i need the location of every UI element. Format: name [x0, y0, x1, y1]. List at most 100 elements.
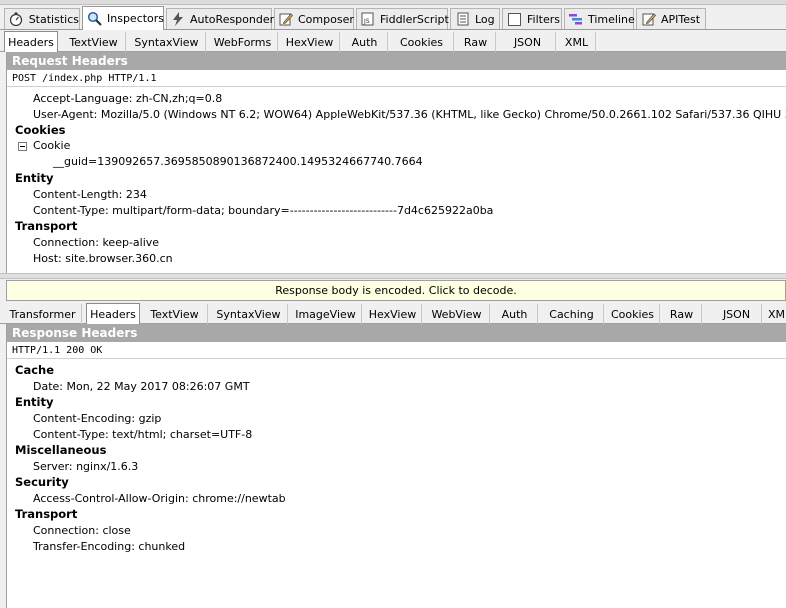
- header-content-encoding[interactable]: Content-Encoding: gzip: [33, 412, 161, 425]
- tab-label: TextView: [150, 307, 199, 321]
- resp-tab-xml[interactable]: XM: [768, 304, 786, 324]
- req-tab-textview[interactable]: TextView: [62, 32, 126, 52]
- tab-apitest[interactable]: APITest: [636, 8, 706, 29]
- tab-label: Inspectors: [107, 12, 165, 25]
- tab-label: WebView: [431, 307, 482, 321]
- resp-tab-hexview[interactable]: HexView: [364, 304, 422, 324]
- req-tab-hexview[interactable]: HexView: [280, 32, 340, 52]
- tab-label: Cookies: [610, 307, 655, 321]
- tab-label: AutoResponder: [190, 12, 275, 26]
- tab-label: SyntaxView: [216, 307, 281, 321]
- tab-fiddlerscript[interactable]: JS FiddlerScript: [356, 8, 449, 29]
- tab-label: TextView: [69, 35, 118, 49]
- tab-inspectors[interactable]: Inspectors: [82, 6, 164, 30]
- header-content-type[interactable]: Content-Type: multipart/form-data; bound…: [33, 204, 493, 217]
- group-transport[interactable]: Transport: [15, 219, 77, 233]
- req-tab-syntaxview[interactable]: SyntaxView: [128, 32, 206, 52]
- header-connection[interactable]: Connection: close: [33, 524, 131, 537]
- req-tab-webforms[interactable]: WebForms: [208, 32, 278, 52]
- header-content-length[interactable]: Content-Length: 234: [33, 188, 147, 201]
- resp-tab-syntaxview[interactable]: SyntaxView: [210, 304, 288, 324]
- tab-filters[interactable]: Filters: [502, 8, 562, 29]
- req-tab-raw[interactable]: Raw: [456, 32, 496, 52]
- tab-label: Transformer: [9, 307, 76, 321]
- group-security[interactable]: Security: [15, 475, 69, 489]
- pane-splitter[interactable]: [0, 273, 786, 279]
- resp-tab-transformer[interactable]: Transformer: [4, 304, 82, 324]
- header-accept-language[interactable]: Accept-Language: zh-CN,zh;q=0.8: [33, 92, 222, 105]
- resp-tab-cookies[interactable]: Cookies: [606, 304, 660, 324]
- magnifier-icon: [87, 11, 102, 26]
- response-headers-title: Response Headers: [7, 324, 786, 342]
- tab-label: Timeline: [588, 12, 635, 26]
- tab-label: XM: [768, 307, 786, 321]
- group-cache[interactable]: Cache: [15, 363, 54, 377]
- resp-tab-webview[interactable]: WebView: [424, 304, 490, 324]
- tab-label: HexView: [285, 35, 334, 49]
- tab-label: APITest: [661, 12, 701, 26]
- tab-label: Cookies: [399, 35, 444, 49]
- tab-composer[interactable]: Composer: [274, 8, 354, 29]
- header-connection[interactable]: Connection: keep-alive: [33, 236, 159, 249]
- apitest-icon: [641, 12, 656, 27]
- tab-label: Headers: [8, 35, 54, 49]
- tab-label: SyntaxView: [134, 35, 199, 49]
- group-transport[interactable]: Transport: [15, 507, 77, 521]
- group-miscellaneous[interactable]: Miscellaneous: [15, 443, 106, 457]
- group-entity[interactable]: Entity: [15, 395, 53, 409]
- tab-label: Log: [475, 12, 495, 26]
- tab-label: JSON: [722, 307, 751, 321]
- svg-text:JS: JS: [363, 18, 370, 25]
- tab-label: Filters: [527, 12, 560, 26]
- collapse-icon[interactable]: [18, 142, 27, 151]
- header-access-control-allow-origin[interactable]: Access-Control-Allow-Origin: chrome://ne…: [33, 492, 286, 505]
- resp-tab-headers[interactable]: Headers: [86, 303, 140, 324]
- tab-label: HexView: [368, 307, 417, 321]
- tab-label: Auth: [351, 35, 378, 49]
- status-line: HTTP/1.1 200 OK: [7, 342, 786, 359]
- req-tab-cookies[interactable]: Cookies: [390, 32, 454, 52]
- resp-tab-imageview[interactable]: ImageView: [290, 304, 362, 324]
- decode-notice-bar[interactable]: Response body is encoded. Click to decod…: [6, 280, 786, 301]
- top-edge: [0, 0, 786, 5]
- req-tab-headers[interactable]: Headers: [4, 31, 58, 52]
- resp-tab-json[interactable]: JSON: [712, 304, 762, 324]
- tab-label: Caching: [549, 307, 594, 321]
- header-host[interactable]: Host: site.browser.360.cn: [33, 252, 173, 265]
- tab-label: Statistics: [28, 12, 79, 26]
- group-entity[interactable]: Entity: [15, 171, 53, 185]
- response-headers-panel: Response Headers HTTP/1.1 200 OK Cache D…: [6, 324, 786, 608]
- tab-statistics[interactable]: Statistics: [4, 8, 80, 29]
- header-user-agent[interactable]: User-Agent: Mozilla/5.0 (Windows NT 6.2;…: [33, 108, 786, 121]
- resp-tab-caching[interactable]: Caching: [540, 304, 604, 324]
- tab-log[interactable]: Log: [450, 8, 500, 29]
- tab-autoresponder[interactable]: AutoResponder: [166, 8, 275, 29]
- header-content-type[interactable]: Content-Type: text/html; charset=UTF-8: [33, 428, 252, 441]
- req-tab-auth[interactable]: Auth: [342, 32, 388, 52]
- cookie-label[interactable]: Cookie: [33, 139, 70, 152]
- tab-label: XML: [564, 35, 589, 49]
- resp-tab-auth[interactable]: Auth: [492, 304, 538, 324]
- req-tab-xml[interactable]: XML: [558, 32, 596, 52]
- header-transfer-encoding[interactable]: Transfer-Encoding: chunked: [33, 540, 185, 553]
- tab-label: WebForms: [213, 35, 272, 49]
- checkbox-icon: [507, 12, 522, 27]
- timeline-icon: [569, 12, 583, 27]
- tab-label: Auth: [501, 307, 528, 321]
- tab-label: ImageView: [295, 307, 356, 321]
- resp-tab-textview[interactable]: TextView: [142, 304, 208, 324]
- tab-timeline[interactable]: Timeline: [564, 8, 635, 29]
- group-cookies[interactable]: Cookies: [15, 123, 65, 137]
- cookie-guid[interactable]: __guid=139092657.3695850890136872400.149…: [53, 155, 423, 168]
- header-date[interactable]: Date: Mon, 22 May 2017 08:26:07 GMT: [33, 380, 250, 393]
- resp-tab-raw[interactable]: Raw: [662, 304, 702, 324]
- pencil-icon: [279, 12, 293, 27]
- stopwatch-icon: [9, 12, 24, 27]
- response-subtabs: Transformer Headers TextView SyntaxView …: [0, 302, 786, 324]
- req-tab-json[interactable]: JSON: [500, 32, 556, 52]
- lightning-icon: [171, 12, 185, 27]
- header-server[interactable]: Server: nginx/1.6.3: [33, 460, 138, 473]
- request-line: POST /index.php HTTP/1.1: [7, 70, 786, 87]
- request-headers-panel: Request Headers POST /index.php HTTP/1.1…: [6, 52, 786, 273]
- tab-label: JSON: [513, 35, 542, 49]
